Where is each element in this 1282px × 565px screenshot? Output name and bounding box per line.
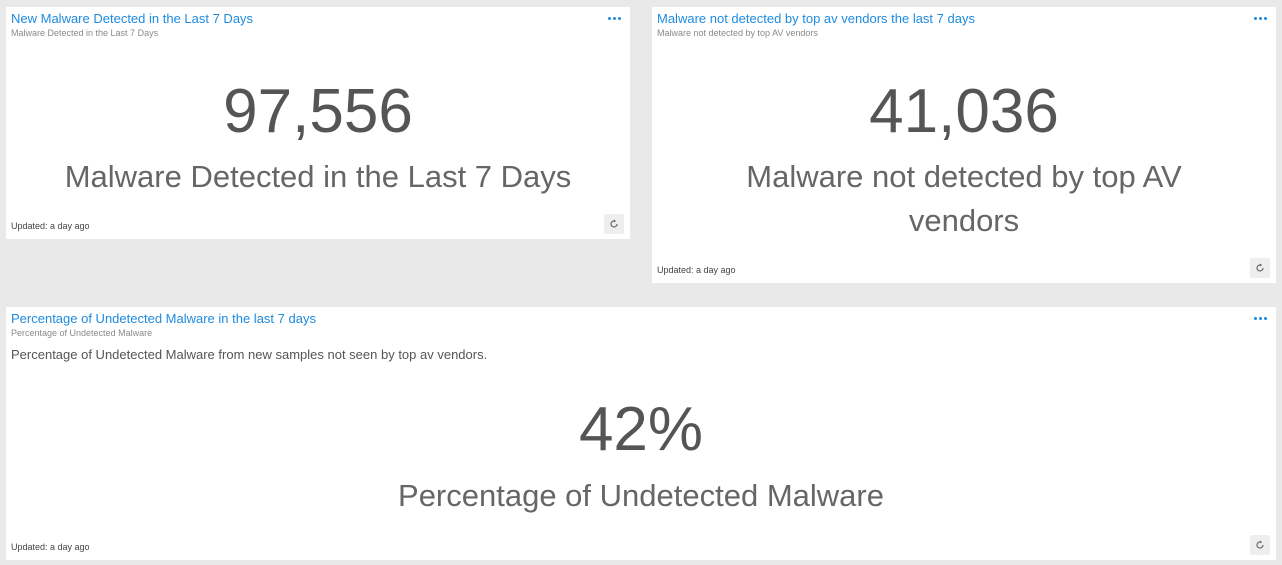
refresh-button[interactable] [1250, 258, 1270, 278]
updated-timestamp: Updated: a day ago [11, 221, 90, 231]
panel-title[interactable]: Malware not detected by top av vendors t… [657, 11, 975, 26]
panel-description: Percentage of Undetected Malware from ne… [11, 347, 488, 362]
more-options-icon[interactable] [1254, 13, 1268, 23]
refresh-icon [610, 219, 618, 228]
metric-label: Malware Detected in the Last 7 Days [64, 159, 572, 194]
metric-panel-undetected-percentage: Percentage of Undetected Malware in the … [6, 307, 1276, 560]
metric-value: 97,556 [223, 77, 413, 146]
refresh-button[interactable] [1250, 535, 1270, 555]
panel-subtitle: Malware not detected by top AV vendors [657, 28, 818, 38]
more-options-icon[interactable] [608, 13, 622, 23]
refresh-icon [1256, 540, 1264, 549]
more-options-icon[interactable] [1254, 313, 1268, 323]
updated-timestamp: Updated: a day ago [657, 265, 736, 275]
refresh-button[interactable] [604, 214, 624, 234]
panel-subtitle: Malware Detected in the Last 7 Days [11, 28, 159, 38]
refresh-icon [1256, 263, 1264, 272]
updated-timestamp: Updated: a day ago [11, 542, 90, 552]
metric-panel-undetected-malware: Malware not detected by top av vendors t… [652, 7, 1276, 283]
metric-label: Percentage of Undetected Malware [398, 478, 884, 513]
metric-label: Malware not detected by top AV vendors [746, 159, 1182, 238]
panel-subtitle: Percentage of Undetected Malware [11, 328, 153, 338]
metric-panel-new-malware: New Malware Detected in the Last 7 Days … [6, 7, 630, 239]
metric-value: 42% [578, 395, 704, 464]
panel-title[interactable]: Percentage of Undetected Malware in the … [11, 311, 316, 326]
panel-title[interactable]: New Malware Detected in the Last 7 Days [11, 11, 253, 26]
metric-value: 41,036 [869, 77, 1059, 146]
